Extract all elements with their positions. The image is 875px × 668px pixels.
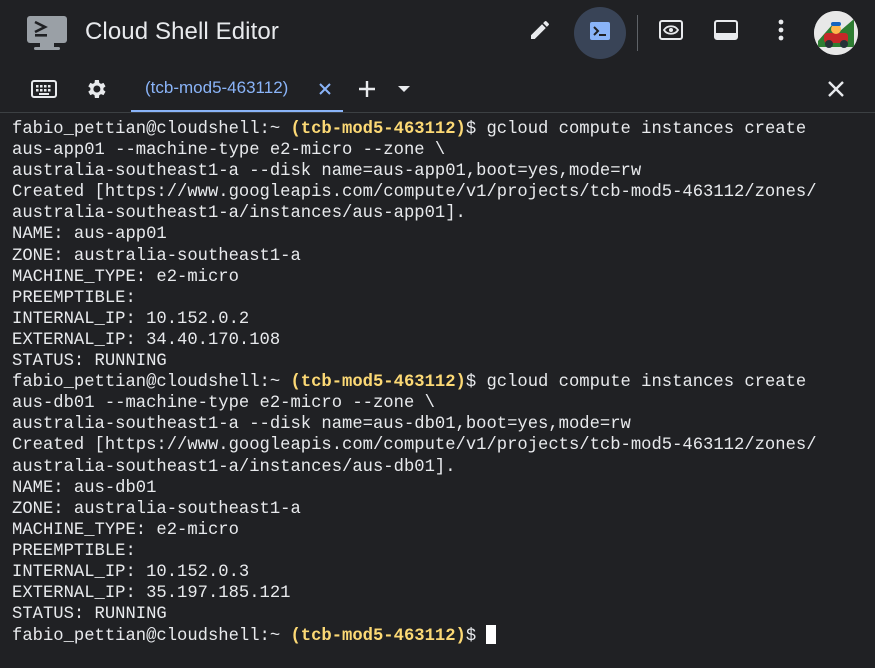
terminal-tab-bar: (tcb-mod5-463112) [0, 66, 875, 113]
prompt-project: (tcb-mod5-463112) [290, 627, 466, 647]
close-icon[interactable] [315, 79, 335, 99]
prompt-project: (tcb-mod5-463112) [290, 373, 466, 393]
prompt-user: fabio_pettian@cloudshell:~ [12, 120, 291, 139]
terminal-output-line: MACHINE_TYPE: e2-micro [12, 520, 239, 540]
terminal-output-line: STATUS: RUNNING [12, 605, 167, 625]
gear-icon[interactable] [84, 77, 108, 101]
toolbar-divider [637, 15, 638, 51]
terminal-output-line: australia-southeast1-a --disk name=aus-d… [12, 415, 631, 435]
terminal-prompt-line: fabio_pettian@cloudshell:~ (tcb-mod5-463… [12, 625, 817, 646]
top-bar: Cloud Shell Editor [0, 0, 875, 66]
prompt-command: gcloud compute instances create [486, 120, 807, 139]
keyboard-icon[interactable] [31, 79, 57, 99]
tab-label: (tcb-mod5-463112) [145, 78, 289, 97]
open-terminal-button[interactable] [574, 7, 626, 59]
prompt-user: fabio_pettian@cloudshell:~ [12, 627, 291, 647]
terminal-output-line: ZONE: australia-southeast1-a [12, 499, 301, 519]
prompt-symbol: $ [465, 373, 487, 393]
terminal-output-line: INTERNAL_IP: 10.152.0.3 [12, 562, 250, 582]
preview-icon [658, 18, 684, 47]
terminal-output-line: NAME: aus-app01 [12, 225, 167, 245]
terminal-output-line: Created [https://www.googleapis.com/comp… [12, 436, 817, 456]
terminal-output-line: EXTERNAL_IP: 34.40.170.108 [12, 330, 281, 350]
chevron-down-icon[interactable] [396, 81, 412, 97]
terminal-output-line: Created [https://www.googleapis.com/comp… [12, 183, 817, 203]
edit-button[interactable] [518, 10, 562, 54]
terminal-output-line: MACHINE_TYPE: e2-micro [12, 267, 239, 287]
avatar[interactable] [814, 11, 858, 55]
panel-icon [713, 18, 739, 47]
terminal-output-line: aus-db01 --machine-type e2-micro --zone … [12, 394, 435, 414]
add-tab-icon[interactable] [356, 78, 378, 100]
terminal-output-line: EXTERNAL_IP: 35.197.185.121 [12, 584, 291, 604]
terminal-output-line: PREEMPTIBLE: [12, 288, 136, 308]
web-preview-button[interactable] [649, 10, 693, 54]
terminal-prompt-line: fabio_pettian@cloudshell:~ (tcb-mod5-463… [12, 119, 817, 140]
terminal-output-line: australia-southeast1-a/instances/aus-db0… [12, 457, 456, 477]
terminal-output[interactable]: fabio_pettian@cloudshell:~ (tcb-mod5-463… [0, 113, 875, 668]
terminal-prompt-line: fabio_pettian@cloudshell:~ (tcb-mod5-463… [12, 372, 817, 393]
terminal-output-line: STATUS: RUNNING [12, 352, 167, 372]
terminal-lines: fabio_pettian@cloudshell:~ (tcb-mod5-463… [12, 119, 817, 646]
toggle-panel-button[interactable] [704, 10, 748, 54]
prompt-project: (tcb-mod5-463112) [290, 120, 466, 139]
terminal-output-line: INTERNAL_IP: 10.152.0.2 [12, 309, 250, 329]
terminal-output-line: PREEMPTIBLE: [12, 541, 136, 561]
prompt-user: fabio_pettian@cloudshell:~ [12, 373, 291, 393]
cloud-shell-logo-icon [26, 15, 68, 51]
terminal-output-line: NAME: aus-db01 [12, 478, 157, 498]
terminal-output-line: australia-southeast1-a/instances/aus-app… [12, 204, 466, 224]
tab-terminal-session[interactable]: (tcb-mod5-463112) [131, 66, 343, 112]
app-title: Cloud Shell Editor [85, 18, 279, 45]
close-icon[interactable] [826, 79, 846, 99]
prompt-command: gcloud compute instances create [486, 373, 807, 393]
more-options-button[interactable] [759, 10, 803, 54]
terminal-output-line: australia-southeast1-a --disk name=aus-a… [12, 162, 642, 182]
pencil-icon [528, 18, 552, 47]
terminal-output-line: aus-app01 --machine-type e2-micro --zone… [12, 141, 446, 161]
prompt-symbol: $ [465, 627, 487, 647]
prompt-symbol: $ [465, 120, 487, 139]
terminal-icon [588, 19, 612, 48]
terminal-output-line: ZONE: australia-southeast1-a [12, 246, 301, 266]
more-vert-icon [778, 19, 784, 46]
terminal-cursor [486, 625, 497, 645]
